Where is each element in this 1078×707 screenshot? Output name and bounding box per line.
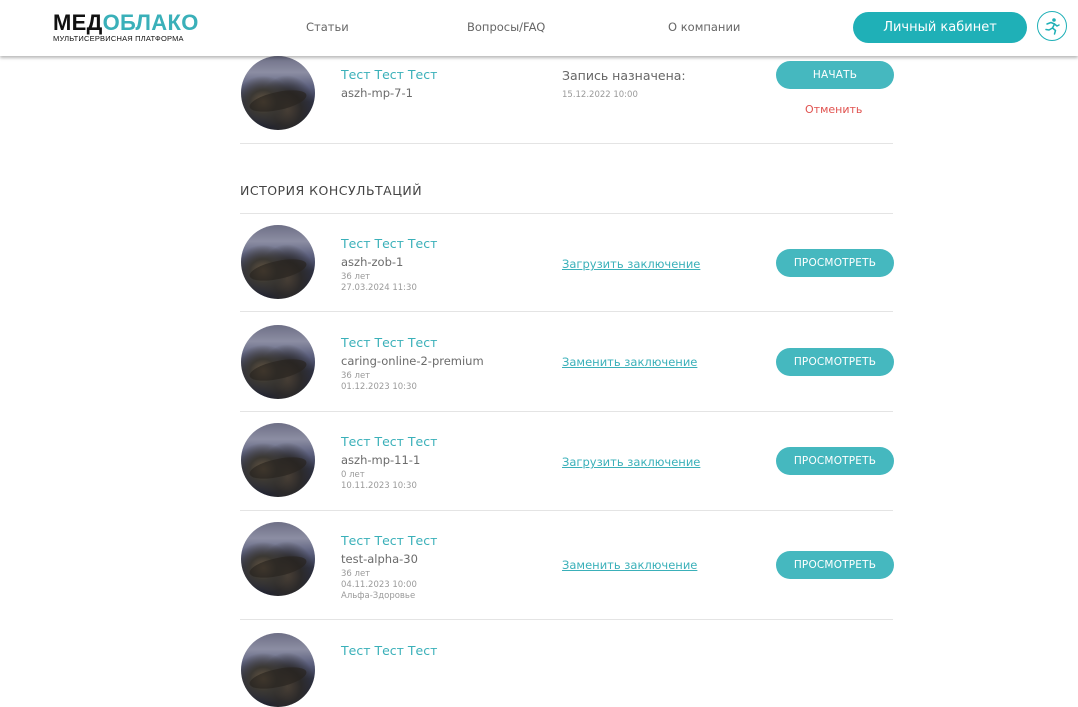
patient-age: 0 лет: [341, 470, 365, 480]
site-header: МЕДОБЛАКО МУЛЬТИСЕРВИСНАЯ ПЛАТФОРМА Стат…: [0, 0, 1078, 56]
consultation-date: 10.11.2023 10:30: [341, 481, 417, 491]
insurance-name: Альфа-Здоровье: [341, 591, 416, 601]
logo-part-med: МЕД: [53, 10, 103, 35]
patient-age: 36 лет: [341, 569, 371, 579]
personal-cabinet-button[interactable]: Личный кабинет: [853, 12, 1027, 43]
runner-icon[interactable]: [1037, 11, 1067, 41]
consultation-date: 01.12.2023 10:30: [341, 382, 417, 392]
logo-wordmark: МЕДОБЛАКО: [53, 12, 199, 34]
patient-name[interactable]: Тест Тест Тест: [341, 434, 437, 449]
view-button[interactable]: ПРОСМОТРЕТЬ: [776, 447, 894, 475]
consultation-code: aszh-mp-7-1: [341, 86, 413, 100]
avatar: [241, 56, 315, 130]
history-title: ИСТОРИЯ КОНСУЛЬТАЦИЙ: [240, 183, 423, 198]
patient-age: 36 лет: [341, 272, 371, 282]
consultation-code: aszh-mp-11-1: [341, 453, 421, 467]
avatar: [241, 225, 315, 299]
consultation-date: 04.11.2023 10:00: [341, 580, 417, 590]
divider: [240, 411, 893, 412]
upload-conclusion-link[interactable]: Загрузить заключение: [562, 257, 700, 271]
cancel-link[interactable]: Отменить: [805, 103, 862, 116]
divider: [240, 619, 893, 620]
divider: [240, 311, 893, 312]
view-button[interactable]: ПРОСМОТРЕТЬ: [776, 551, 894, 579]
nav-about[interactable]: О компании: [668, 20, 740, 34]
avatar: [241, 522, 315, 596]
view-button[interactable]: ПРОСМОТРЕТЬ: [776, 348, 894, 376]
nav-faq[interactable]: Вопросы/FAQ: [467, 20, 545, 34]
avatar: [241, 325, 315, 399]
view-button[interactable]: ПРОСМОТРЕТЬ: [776, 249, 894, 277]
divider: [240, 143, 893, 144]
appointment-status: Запись назначена:: [562, 68, 686, 83]
patient-name[interactable]: Тест Тест Тест: [341, 67, 437, 82]
logo-part-oblako: ОБЛАКО: [102, 10, 199, 35]
patient-age: 36 лет: [341, 371, 371, 381]
avatar: [241, 423, 315, 497]
divider: [240, 213, 893, 214]
appointment-date: 15.12.2022 10:00: [562, 90, 638, 100]
nav-articles[interactable]: Статьи: [306, 20, 349, 34]
consultation-code: test-alpha-30: [341, 552, 418, 566]
logo[interactable]: МЕДОБЛАКО МУЛЬТИСЕРВИСНАЯ ПЛАТФОРМА: [53, 12, 199, 43]
consultation-code: caring-online-2-premium: [341, 354, 484, 368]
divider: [240, 510, 893, 511]
patient-name[interactable]: Тест Тест Тест: [341, 533, 437, 548]
start-button[interactable]: НАЧАТЬ: [776, 61, 894, 89]
consultation-date: 27.03.2024 11:30: [341, 283, 417, 293]
avatar: [241, 633, 315, 707]
patient-name[interactable]: Тест Тест Тест: [341, 643, 437, 658]
replace-conclusion-link[interactable]: Заменить заключение: [562, 558, 697, 572]
patient-name[interactable]: Тест Тест Тест: [341, 335, 437, 350]
patient-name[interactable]: Тест Тест Тест: [341, 236, 437, 251]
consultation-code: aszh-zob-1: [341, 255, 404, 269]
logo-subtitle: МУЛЬТИСЕРВИСНАЯ ПЛАТФОРМА: [53, 34, 184, 43]
replace-conclusion-link[interactable]: Заменить заключение: [562, 355, 697, 369]
upload-conclusion-link[interactable]: Загрузить заключение: [562, 455, 700, 469]
